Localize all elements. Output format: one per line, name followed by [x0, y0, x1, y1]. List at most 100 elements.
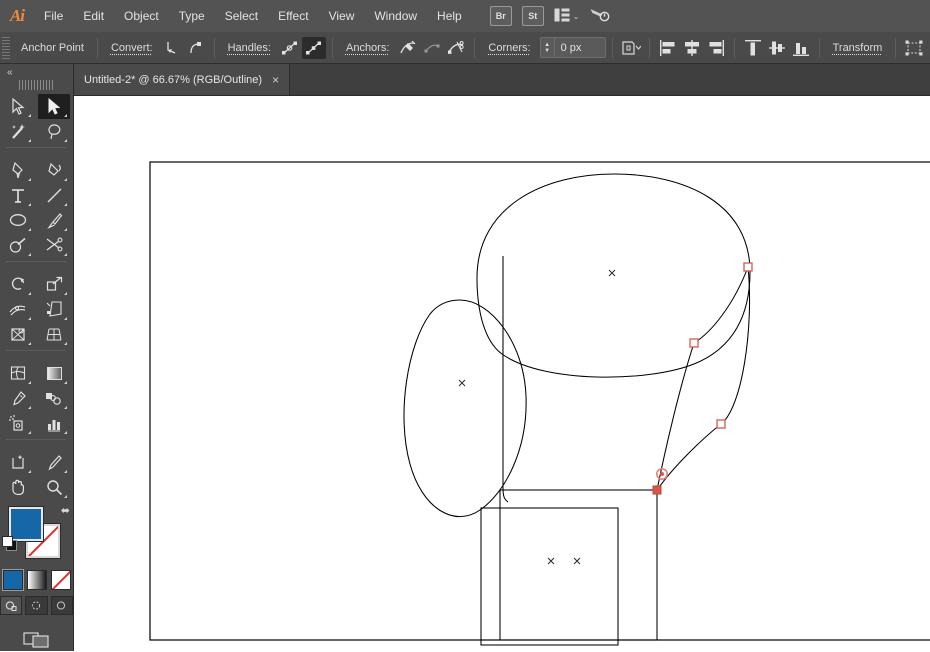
fill-swatch[interactable] — [9, 507, 43, 541]
tools-panel-grip[interactable] — [18, 80, 55, 90]
anchor-point-selected[interactable] — [652, 485, 662, 495]
draw-inside-button[interactable] — [50, 596, 73, 615]
perspective-grid-tool[interactable] — [38, 322, 70, 347]
menu-item-object[interactable]: Object — [114, 0, 169, 32]
divider — [474, 37, 476, 58]
connect-anchors-icon[interactable] — [420, 37, 444, 59]
screen-mode-button[interactable] — [0, 629, 73, 652]
stepper-arrows-icon[interactable]: ▲ ▼ — [541, 38, 555, 57]
illustrator-window: Ai File Edit Object Type Select Effect V… — [0, 0, 930, 651]
default-fill-square — [2, 536, 13, 547]
control-bar: Anchor Point Convert: Handles: Anchors: … — [0, 32, 930, 64]
hide-handles-icon[interactable] — [301, 36, 326, 59]
show-handles-icon[interactable] — [278, 37, 302, 59]
menu-item-select[interactable]: Select — [215, 0, 268, 32]
align-left-icon[interactable] — [656, 37, 680, 59]
column-graph-tool[interactable] — [38, 411, 70, 436]
eyedropper-tool[interactable] — [2, 386, 34, 411]
cut-path-icon[interactable] — [444, 37, 468, 59]
rotate-tool[interactable] — [2, 272, 34, 297]
bridge-button[interactable]: Br — [489, 6, 512, 26]
tools-panel: « ⬌ — [0, 64, 74, 651]
align-right-icon[interactable] — [704, 37, 728, 59]
convert-to-smooth-icon[interactable] — [184, 37, 208, 59]
document-canvas[interactable] — [74, 96, 930, 651]
workspace-switcher[interactable]: ⌄ — [554, 8, 580, 25]
collapse-panel-button[interactable]: « — [0, 64, 73, 80]
divider — [733, 37, 735, 58]
direct-selection-tool[interactable] — [38, 94, 70, 119]
menu-item-edit[interactable]: Edit — [73, 0, 114, 32]
anchor-point[interactable] — [660, 472, 664, 476]
free-transform-tool[interactable] — [38, 297, 70, 322]
paintbrush-tool[interactable] — [38, 208, 70, 233]
control-bar-grip[interactable] — [2, 36, 10, 59]
artboard-tool[interactable] — [2, 450, 34, 475]
slice-tool[interactable] — [38, 450, 70, 475]
draw-behind-button[interactable] — [25, 596, 48, 615]
change-screen-mode-icon — [22, 629, 51, 652]
menu-item-view[interactable]: View — [319, 0, 365, 32]
ellipse-tool[interactable] — [2, 208, 34, 233]
workspace-switcher-icon — [554, 8, 570, 25]
document-tab-title: Untitled-2* @ 66.67% (RGB/Outline) — [84, 73, 263, 86]
type-tool[interactable] — [2, 183, 34, 208]
stock-button[interactable]: St — [521, 6, 544, 26]
document-tab[interactable]: Untitled-2* @ 66.67% (RGB/Outline) × — [74, 64, 291, 95]
align-top-icon[interactable] — [741, 37, 765, 59]
chevron-down-icon: ⌄ — [572, 11, 580, 21]
color-mode-button[interactable] — [1, 569, 24, 591]
line-segment-tool[interactable] — [38, 183, 70, 208]
swap-fill-stroke-icon[interactable]: ⬌ — [61, 504, 70, 517]
corners-stepper[interactable]: ▲ ▼ 0 px — [539, 37, 606, 58]
divider — [648, 37, 650, 58]
none-slash-icon — [51, 571, 70, 589]
zoom-tool[interactable] — [38, 475, 70, 500]
anchor-point[interactable] — [743, 262, 753, 272]
mesh-tool[interactable] — [2, 361, 34, 386]
isolate-selected-object-icon[interactable] — [619, 37, 643, 59]
menu-item-effect[interactable]: Effect — [268, 0, 318, 32]
none-mode-button[interactable] — [50, 570, 71, 590]
lasso-tool[interactable] — [38, 119, 70, 144]
symbol-sprayer-tool[interactable] — [2, 411, 34, 436]
align-horizontal-center-icon[interactable] — [680, 37, 704, 59]
anchors-label: Anchors: — [345, 41, 390, 54]
divider — [331, 37, 333, 58]
tool-divider — [6, 147, 66, 148]
shaper-tool[interactable] — [2, 233, 34, 258]
blend-tool[interactable] — [38, 386, 70, 411]
shape-builder-tool[interactable] — [2, 322, 34, 347]
tool-divider — [6, 439, 66, 440]
gradient-tool[interactable] — [38, 361, 70, 386]
selection-tool[interactable] — [2, 94, 34, 119]
handles-label: Handles: — [227, 41, 271, 54]
divider — [818, 37, 820, 58]
menu-item-help[interactable]: Help — [427, 0, 472, 32]
remove-anchor-icon[interactable] — [396, 37, 420, 59]
gradient-mode-button[interactable] — [26, 570, 47, 590]
align-bottom-icon[interactable] — [789, 37, 813, 59]
close-icon[interactable]: × — [272, 74, 279, 86]
eraser-tool[interactable] — [38, 233, 70, 258]
transform-each-icon[interactable] — [902, 37, 926, 59]
corners-value[interactable]: 0 px — [555, 42, 605, 54]
align-vertical-center-icon[interactable] — [765, 37, 789, 59]
menu-item-type[interactable]: Type — [169, 0, 215, 32]
transform-label[interactable]: Transform — [826, 42, 890, 54]
menu-item-file[interactable]: File — [34, 0, 73, 32]
magic-wand-tool[interactable] — [2, 119, 34, 144]
convert-to-corner-icon[interactable] — [160, 37, 184, 59]
anchor-point[interactable] — [689, 338, 699, 348]
curvature-tool[interactable] — [38, 158, 70, 183]
pen-tool[interactable] — [2, 158, 34, 183]
menu-item-window[interactable]: Window — [364, 0, 427, 32]
hand-tool[interactable] — [2, 475, 34, 500]
anchor-point[interactable] — [716, 419, 726, 429]
draw-normal-button[interactable] — [0, 596, 23, 615]
corners-label: Corners: — [488, 41, 531, 54]
color-mode-buttons — [0, 569, 73, 591]
scale-tool[interactable] — [38, 272, 70, 297]
width-tool[interactable] — [2, 297, 34, 322]
search-help-icon[interactable] — [589, 6, 611, 27]
